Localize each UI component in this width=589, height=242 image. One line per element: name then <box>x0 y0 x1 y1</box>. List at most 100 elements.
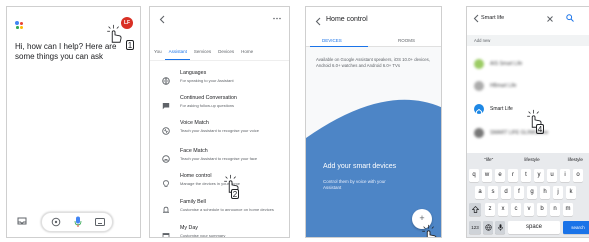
suggestion[interactable]: lifestyle <box>554 153 589 166</box>
search-icon[interactable] <box>566 14 574 22</box>
smart-life-icon <box>474 104 484 115</box>
settings-tabs: You Assistant Services Devices Home <box>150 47 289 61</box>
key[interactable]: u <box>547 169 557 182</box>
globe-icon <box>484 224 492 231</box>
settings-row-continued-conversation[interactable]: Continued Conversation For asking follow… <box>150 95 289 117</box>
settings-row-my-day[interactable]: My Day Customise your summary <box>150 225 289 237</box>
tab-assistant[interactable]: Assistant <box>164 47 190 60</box>
key[interactable]: z <box>485 203 495 216</box>
key[interactable]: i <box>560 169 570 182</box>
more-icon[interactable] <box>273 16 281 20</box>
settings-row-home-control[interactable]: Home control Manage the devices in your … <box>150 173 289 195</box>
space-key[interactable]: space <box>508 221 560 234</box>
row-title: Family Bell <box>180 199 206 205</box>
app-label: AIS Smart Life <box>490 61 523 67</box>
suggestion[interactable]: "life" <box>467 153 510 166</box>
explore-icon[interactable] <box>51 217 61 227</box>
key[interactable]: d <box>501 186 511 199</box>
key[interactable]: w <box>482 169 492 182</box>
back-arrow-icon[interactable] <box>314 16 322 26</box>
key[interactable]: f <box>514 186 524 199</box>
bell-icon <box>162 201 170 213</box>
key[interactable]: c <box>511 203 521 216</box>
settings-row-languages[interactable]: Languages For speaking to your Assistant <box>150 70 289 92</box>
assistant-settings-screen: You Assistant Services Devices Home Lang… <box>149 6 290 238</box>
key[interactable]: o <box>573 169 583 182</box>
home-control-top-bar: Home control <box>306 7 441 35</box>
app-label: HBmart Life <box>490 83 517 89</box>
back-arrow-icon[interactable] <box>158 14 166 24</box>
app-icon <box>474 59 484 69</box>
row-subtitle: For asking follow-up questions <box>180 103 235 108</box>
keyboard: "life" lifestyle lifestyle q w e r t y u… <box>467 153 589 237</box>
settings-top-bar <box>150 7 289 37</box>
key[interactable]: s <box>488 186 498 199</box>
key[interactable]: v <box>524 203 534 216</box>
home-control-tabs: DEVICES ROOMS <box>306 35 441 47</box>
face-match-icon <box>162 150 170 163</box>
tab-devices[interactable]: DEVICES <box>322 38 342 43</box>
key[interactable]: b <box>537 203 547 216</box>
key[interactable]: g <box>527 186 537 199</box>
list-item[interactable]: SMART LIFE GLINK2ome <box>474 128 589 140</box>
key[interactable]: k <box>566 186 576 199</box>
key[interactable]: h <box>540 186 550 199</box>
key[interactable]: n <box>550 203 560 216</box>
row-title: Voice Match <box>180 120 209 126</box>
key[interactable]: x <box>498 203 508 216</box>
key[interactable]: t <box>521 169 531 182</box>
add-devices-subtext: Control them by voice with your Assistan… <box>323 179 386 190</box>
tab-home[interactable]: Home <box>237 47 256 60</box>
search-bar[interactable]: Smart life <box>467 12 589 26</box>
add-new-header: Add new <box>467 35 589 46</box>
keyboard-icon[interactable] <box>95 218 105 226</box>
inbox-icon[interactable] <box>17 216 27 226</box>
key[interactable]: r <box>508 169 518 182</box>
search-apps-screen: Smart life Add new AIS Smart Life HBmart… <box>466 6 589 238</box>
row-title: My Day <box>180 225 198 231</box>
globe-key[interactable] <box>483 221 493 234</box>
app-icon <box>474 128 484 138</box>
clear-icon[interactable] <box>546 15 553 22</box>
mic-icon[interactable] <box>73 216 83 228</box>
calendar-icon <box>162 227 170 237</box>
app-icon <box>474 81 484 91</box>
settings-row-face-match[interactable]: Face Match Teach your Assistant to recog… <box>150 148 289 170</box>
mic-key[interactable] <box>495 221 505 234</box>
key[interactable]: q <box>469 169 479 182</box>
row-title: Home control <box>180 173 212 179</box>
assistant-home-screen: LF 1 Hi, how can I help? Here are some t… <box>6 6 141 238</box>
key[interactable]: e <box>495 169 505 182</box>
assistant-logo-icon <box>15 21 25 31</box>
row-subtitle: Teach your Assistant to recognise your f… <box>180 156 258 161</box>
numbers-key[interactable]: 123 <box>469 221 481 234</box>
chat-icon <box>162 97 170 110</box>
greeting-text: Hi, how can I help? Here are some things… <box>15 42 117 61</box>
key[interactable]: a <box>475 186 485 199</box>
shift-key[interactable] <box>469 203 481 216</box>
key[interactable]: j <box>553 186 563 199</box>
app-label: Smart Life <box>490 106 513 112</box>
row-subtitle: For speaking to your Assistant <box>180 78 234 83</box>
search-key[interactable]: search <box>563 221 589 234</box>
tab-devices[interactable]: Devices <box>214 47 237 60</box>
page-title: Home control <box>326 16 368 23</box>
home-control-screen: Home control DEVICES ROOMS Available on … <box>305 6 442 238</box>
settings-row-family-bell[interactable]: Family Bell Customise a schedule to anno… <box>150 199 289 221</box>
row-title: Languages <box>180 70 207 76</box>
search-input[interactable]: Smart life <box>481 15 504 21</box>
key[interactable]: m <box>563 203 573 216</box>
suggestion[interactable]: lifestyle <box>510 153 553 166</box>
key[interactable]: y <box>534 169 544 182</box>
add-devices-panel: Add your smart devices Control them by v… <box>306 96 441 237</box>
row-title: Face Match <box>180 148 208 154</box>
tab-services[interactable]: Services <box>190 47 214 60</box>
row-subtitle: Teach your Assistant to recognise your v… <box>180 128 259 133</box>
back-arrow-icon[interactable] <box>472 14 479 23</box>
tab-rooms[interactable]: ROOMS <box>398 38 415 43</box>
add-devices-heading: Add your smart devices <box>323 163 397 170</box>
tab-you[interactable]: You <box>150 47 165 60</box>
list-item[interactable]: AIS Smart Life <box>474 59 589 71</box>
list-item[interactable]: HBmart Life <box>474 81 589 93</box>
settings-row-voice-match[interactable]: Voice Match Teach your Assistant to reco… <box>150 120 289 142</box>
